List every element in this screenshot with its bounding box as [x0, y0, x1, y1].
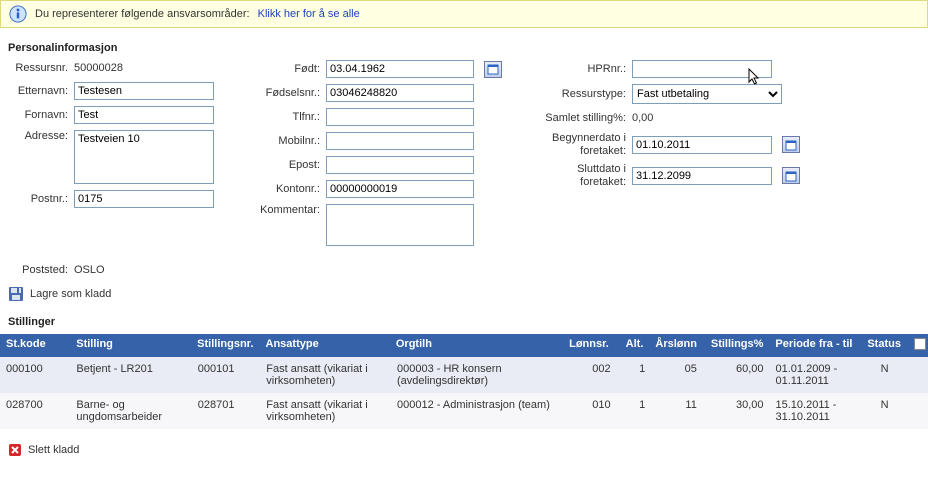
- delete-draft-label: Slett kladd: [28, 444, 79, 456]
- cell-status: N: [861, 393, 909, 429]
- samlet-value: 0,00: [632, 110, 653, 126]
- row-select[interactable]: [908, 357, 928, 393]
- save-draft-label: Lagre som kladd: [30, 288, 111, 300]
- etternavn-label: Etternavn:: [8, 85, 68, 97]
- fodt-label: Født:: [248, 63, 320, 75]
- fornavn-input[interactable]: [74, 106, 214, 124]
- epost-input[interactable]: [326, 156, 474, 174]
- kommentar-input[interactable]: [326, 204, 474, 246]
- calendar-icon: [487, 63, 499, 75]
- cell-lonnsr: 010: [563, 393, 616, 429]
- sluttdato-label: Sluttdato i foretaket:: [536, 163, 626, 188]
- delete-icon: [8, 443, 22, 457]
- col-stkode[interactable]: St.kode: [0, 334, 70, 357]
- calendar-icon: [785, 139, 797, 151]
- kommentar-label: Kommentar:: [248, 204, 320, 216]
- info-icon: [9, 5, 27, 23]
- save-draft-button[interactable]: Lagre som kladd: [8, 286, 928, 302]
- tlfnr-input[interactable]: [326, 108, 474, 126]
- col-arslonn[interactable]: Årslønn: [649, 334, 703, 357]
- cell-alt: 1: [617, 357, 652, 393]
- table-row[interactable]: 000100 Betjent - LR201 000101 Fast ansat…: [0, 357, 928, 393]
- cell-periode: 15.10.2011 - 31.10.2011: [770, 393, 861, 429]
- tlfnr-label: Tlfnr.:: [248, 111, 320, 123]
- form-col-right: HPRnr.: Ressurstype: Fast utbetaling Sam…: [536, 60, 800, 278]
- cell-ansattype: Fast ansatt (vikariat i virksomheten): [260, 393, 391, 429]
- stillinger-grid: St.kode Stilling Stillingsnr. Ansattype …: [0, 334, 928, 429]
- kontonr-label: Kontonr.:: [248, 183, 320, 195]
- begynnerdato-input[interactable]: [632, 136, 772, 154]
- begynnerdato-datepicker-button[interactable]: [782, 136, 800, 153]
- cell-stkode: 028700: [0, 393, 70, 429]
- banner-prefix: Du representerer følgende ansvarsområder…: [35, 8, 250, 20]
- postnr-label: Postnr.:: [8, 193, 68, 205]
- poststed-value: OSLO: [74, 262, 105, 278]
- cell-ansattype: Fast ansatt (vikariat i virksomheten): [260, 357, 391, 393]
- ressursnr-label: Ressursnr.: [8, 62, 68, 74]
- col-select-all[interactable]: [908, 334, 928, 357]
- col-lonnsr[interactable]: Lønnsr.: [562, 334, 615, 357]
- form-col-middle: Født: Fødselsnr.: Tlfnr.: Mobilnr.: Epos…: [248, 60, 502, 278]
- samlet-label: Samlet stilling%:: [536, 112, 626, 125]
- fodselsnr-label: Fødselsnr.:: [248, 87, 320, 99]
- checkbox-icon: [914, 338, 926, 350]
- col-stillingspct[interactable]: Stillings%: [703, 334, 769, 357]
- hprnr-input[interactable]: [632, 60, 772, 78]
- stillinger-header: Stillinger: [8, 316, 928, 328]
- mobilnr-label: Mobilnr.:: [248, 135, 320, 147]
- cell-arslonn: 05: [651, 357, 703, 393]
- cell-lonnsr: 002: [563, 357, 616, 393]
- postnr-input[interactable]: [74, 190, 214, 208]
- epost-label: Epost:: [248, 159, 320, 171]
- cell-arslonn: 11: [651, 393, 703, 429]
- cell-status: N: [861, 357, 909, 393]
- kontonr-input[interactable]: [326, 180, 474, 198]
- cell-alt: 1: [617, 393, 652, 429]
- sluttdato-datepicker-button[interactable]: [782, 167, 800, 184]
- col-stilling[interactable]: Stilling: [70, 334, 191, 357]
- delete-draft-button[interactable]: Slett kladd: [8, 443, 928, 457]
- row-select[interactable]: [908, 393, 928, 429]
- cell-stillingsnr: 000101: [192, 357, 261, 393]
- table-row[interactable]: 028700 Barne- og ungdomsarbeider 028701 …: [0, 393, 928, 429]
- cell-stillingspct: 60,00: [703, 357, 770, 393]
- fornavn-label: Fornavn:: [8, 109, 68, 121]
- cell-stillingsnr: 028701: [192, 393, 261, 429]
- begynnerdato-label: Begynnerdato i foretaket:: [536, 132, 626, 157]
- fodt-datepicker-button[interactable]: [484, 61, 502, 78]
- ressurstype-label: Ressurstype:: [536, 88, 626, 100]
- cell-periode: 01.01.2009 - 01.11.2011: [770, 357, 861, 393]
- cell-orgtilh: 000003 - HR konsern (avdelingsdirektør): [391, 357, 563, 393]
- floppy-disk-icon: [8, 286, 24, 302]
- calendar-icon: [785, 170, 797, 182]
- info-banner: Du representerer følgende ansvarsområder…: [0, 0, 928, 28]
- col-periode[interactable]: Periode fra - til: [769, 334, 860, 357]
- cell-stilling: Barne- og ungdomsarbeider: [70, 393, 191, 429]
- adresse-label: Adresse:: [8, 130, 68, 142]
- grid-header-row: St.kode Stilling Stillingsnr. Ansattype …: [0, 334, 928, 357]
- cell-orgtilh: 000012 - Administrasjon (team): [391, 393, 563, 429]
- ressurstype-select[interactable]: Fast utbetaling: [632, 84, 782, 104]
- fodselsnr-input[interactable]: [326, 84, 474, 102]
- cell-stilling: Betjent - LR201: [70, 357, 191, 393]
- cell-stillingspct: 30,00: [703, 393, 770, 429]
- form-col-left: Ressursnr. 50000028 Etternavn: Fornavn: …: [8, 60, 214, 278]
- banner-link-see-all[interactable]: Klikk her for å se alle: [258, 8, 360, 20]
- cell-stkode: 000100: [0, 357, 70, 393]
- hprnr-label: HPRnr.:: [536, 63, 626, 75]
- col-orgtilh[interactable]: Orgtilh: [390, 334, 562, 357]
- adresse-input[interactable]: Testveien 10: [74, 130, 214, 184]
- col-alt[interactable]: Alt.: [615, 334, 650, 357]
- personal-info-form: Ressursnr. 50000028 Etternavn: Fornavn: …: [0, 60, 928, 278]
- mobilnr-input[interactable]: [326, 132, 474, 150]
- personal-info-header: Personalinformasjon: [8, 42, 928, 54]
- col-stillingsnr[interactable]: Stillingsnr.: [191, 334, 259, 357]
- sluttdato-input[interactable]: [632, 167, 772, 185]
- col-status[interactable]: Status: [860, 334, 908, 357]
- col-ansattype[interactable]: Ansattype: [260, 334, 390, 357]
- fodt-input[interactable]: [326, 60, 474, 78]
- etternavn-input[interactable]: [74, 82, 214, 100]
- ressursnr-value: 50000028: [74, 60, 123, 76]
- poststed-label: Poststed:: [8, 264, 68, 276]
